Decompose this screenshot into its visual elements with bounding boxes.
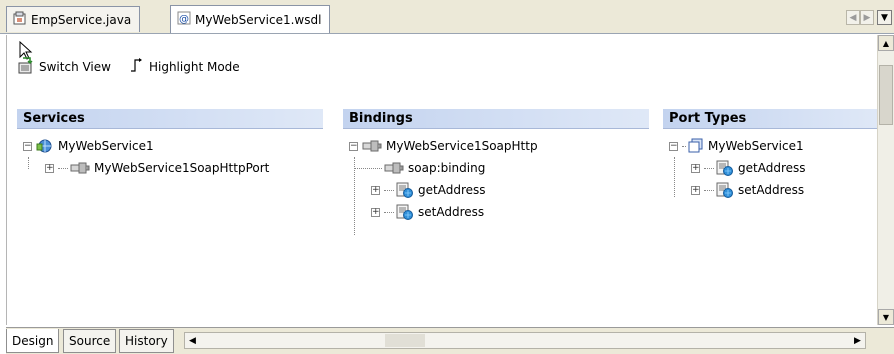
tab-source-label: Source (69, 334, 111, 348)
vertical-scrollbar[interactable]: ▲ ▼ (877, 35, 894, 325)
editor-tab-strip: EmpService.java @ MyWebService1.wsdl ◀ ▶… (0, 0, 894, 34)
service-port-label: MyWebService1SoapHttpPort (94, 161, 270, 175)
tab-label: EmpService.java (31, 12, 132, 27)
tree-node-porttype-setaddress[interactable]: + setAddress (663, 179, 877, 201)
expand-icon[interactable]: + (691, 163, 700, 173)
collapse-icon[interactable]: − (349, 141, 358, 151)
scroll-up-icon[interactable]: ▲ (878, 35, 894, 51)
tree-node-binding-getaddress[interactable]: + getAddress (343, 179, 649, 201)
expand-icon[interactable]: + (371, 207, 380, 217)
port-type-operation-label: setAddress (738, 183, 805, 197)
bindings-tree: − MyWebService1SoapHttp soap:binding + g… (343, 129, 649, 235)
tree-node-service-mywebservice1[interactable]: − MyWebService1 (17, 135, 323, 157)
tab-navigation: ◀ ▶ (846, 10, 874, 25)
web-service-icon (36, 138, 54, 154)
tab-label: MyWebService1.wsdl (195, 12, 322, 27)
tab-list-dropdown-icon[interactable]: ▼ (877, 10, 892, 25)
vertical-scroll-thumb[interactable] (879, 65, 893, 125)
service-root-label: MyWebService1 (58, 139, 154, 153)
highlight-mode-label: Highlight Mode (148, 59, 240, 74)
expand-icon[interactable]: + (371, 185, 380, 195)
tree-node-porttype-mywebservice1[interactable]: − MyWebService1 (663, 135, 877, 157)
bindings-column: Bindings − MyWebService1SoapHttp soap:bi… (343, 109, 649, 235)
java-file-icon (13, 11, 27, 28)
wsdl-design-view: Switch View Highlight Mode Services − My… (6, 35, 877, 325)
tab-scroll-left-icon[interactable]: ◀ (846, 10, 860, 25)
port-types-column: Port Types − MyWebService1 + getAddress … (663, 109, 877, 201)
tree-node-porttype-getaddress[interactable]: + getAddress (663, 157, 877, 179)
tree-node-port-mywebservice1soaphttpport[interactable]: + MyWebService1SoapHttpPort (17, 157, 323, 179)
svg-text:@: @ (179, 14, 189, 25)
tab-empservice-java[interactable]: EmpService.java (6, 6, 141, 32)
services-tree: − MyWebService1 + MyWebService1SoapHttpP… (17, 129, 323, 179)
tab-design-label: Design (12, 333, 54, 348)
wsdl-file-icon: @ (177, 11, 191, 28)
port-type-icon (688, 138, 704, 154)
tree-node-binding-mywebservice1soaphttp[interactable]: − MyWebService1SoapHttp (343, 135, 649, 157)
design-toolbar: Switch View Highlight Mode (17, 56, 258, 77)
switch-view-label: Switch View (39, 59, 111, 74)
bindings-header: Bindings (343, 109, 649, 129)
operation-icon (396, 182, 414, 198)
port-types-tree: − MyWebService1 + getAddress + setAddres… (663, 129, 877, 201)
highlight-mode-button[interactable]: Highlight Mode (129, 57, 240, 76)
expand-icon[interactable]: + (45, 163, 54, 173)
services-header: Services (17, 109, 323, 129)
switch-view-icon (17, 56, 35, 77)
horizontal-scrollbar[interactable]: ◀ ▶ (184, 332, 866, 349)
scroll-right-icon[interactable]: ▶ (850, 333, 865, 348)
binding-icon (362, 139, 382, 153)
binding-operation-label: getAddress (418, 183, 486, 197)
port-types-header: Port Types (663, 109, 877, 129)
port-icon (70, 161, 90, 175)
horizontal-scroll-thumb[interactable] (385, 334, 425, 347)
binding-operation-label: setAddress (418, 205, 485, 219)
operation-icon (716, 182, 734, 198)
soap-binding-icon (384, 161, 404, 175)
editor-bottom-bar: Design Source History ◀ ▶ (6, 327, 894, 354)
scroll-down-icon[interactable]: ▼ (878, 309, 894, 325)
scroll-left-icon[interactable]: ◀ (185, 333, 200, 348)
port-type-operation-label: getAddress (738, 161, 806, 175)
tab-design[interactable]: Design (6, 329, 60, 353)
soap-binding-label: soap:binding (408, 161, 486, 175)
highlight-mode-icon (129, 57, 145, 76)
tab-history-label: History (125, 334, 168, 348)
services-column: Services − MyWebService1 + MyWebService1… (17, 109, 323, 179)
tab-source[interactable]: Source (63, 329, 117, 353)
tab-mywebservice1-wsdl[interactable]: @ MyWebService1.wsdl (170, 5, 331, 33)
tree-node-binding-setaddress[interactable]: + setAddress (343, 201, 649, 223)
collapse-icon[interactable]: − (669, 141, 678, 151)
tree-node-soap-binding[interactable]: soap:binding (343, 157, 649, 179)
collapse-icon[interactable]: − (23, 141, 32, 151)
binding-root-label: MyWebService1SoapHttp (386, 139, 538, 153)
switch-view-button[interactable]: Switch View (17, 56, 111, 77)
port-type-root-label: MyWebService1 (708, 139, 804, 153)
operation-icon (716, 160, 734, 176)
operation-icon (396, 204, 414, 220)
tab-scroll-right-icon[interactable]: ▶ (860, 10, 874, 25)
expand-icon[interactable]: + (691, 185, 700, 195)
tab-history[interactable]: History (119, 329, 174, 353)
